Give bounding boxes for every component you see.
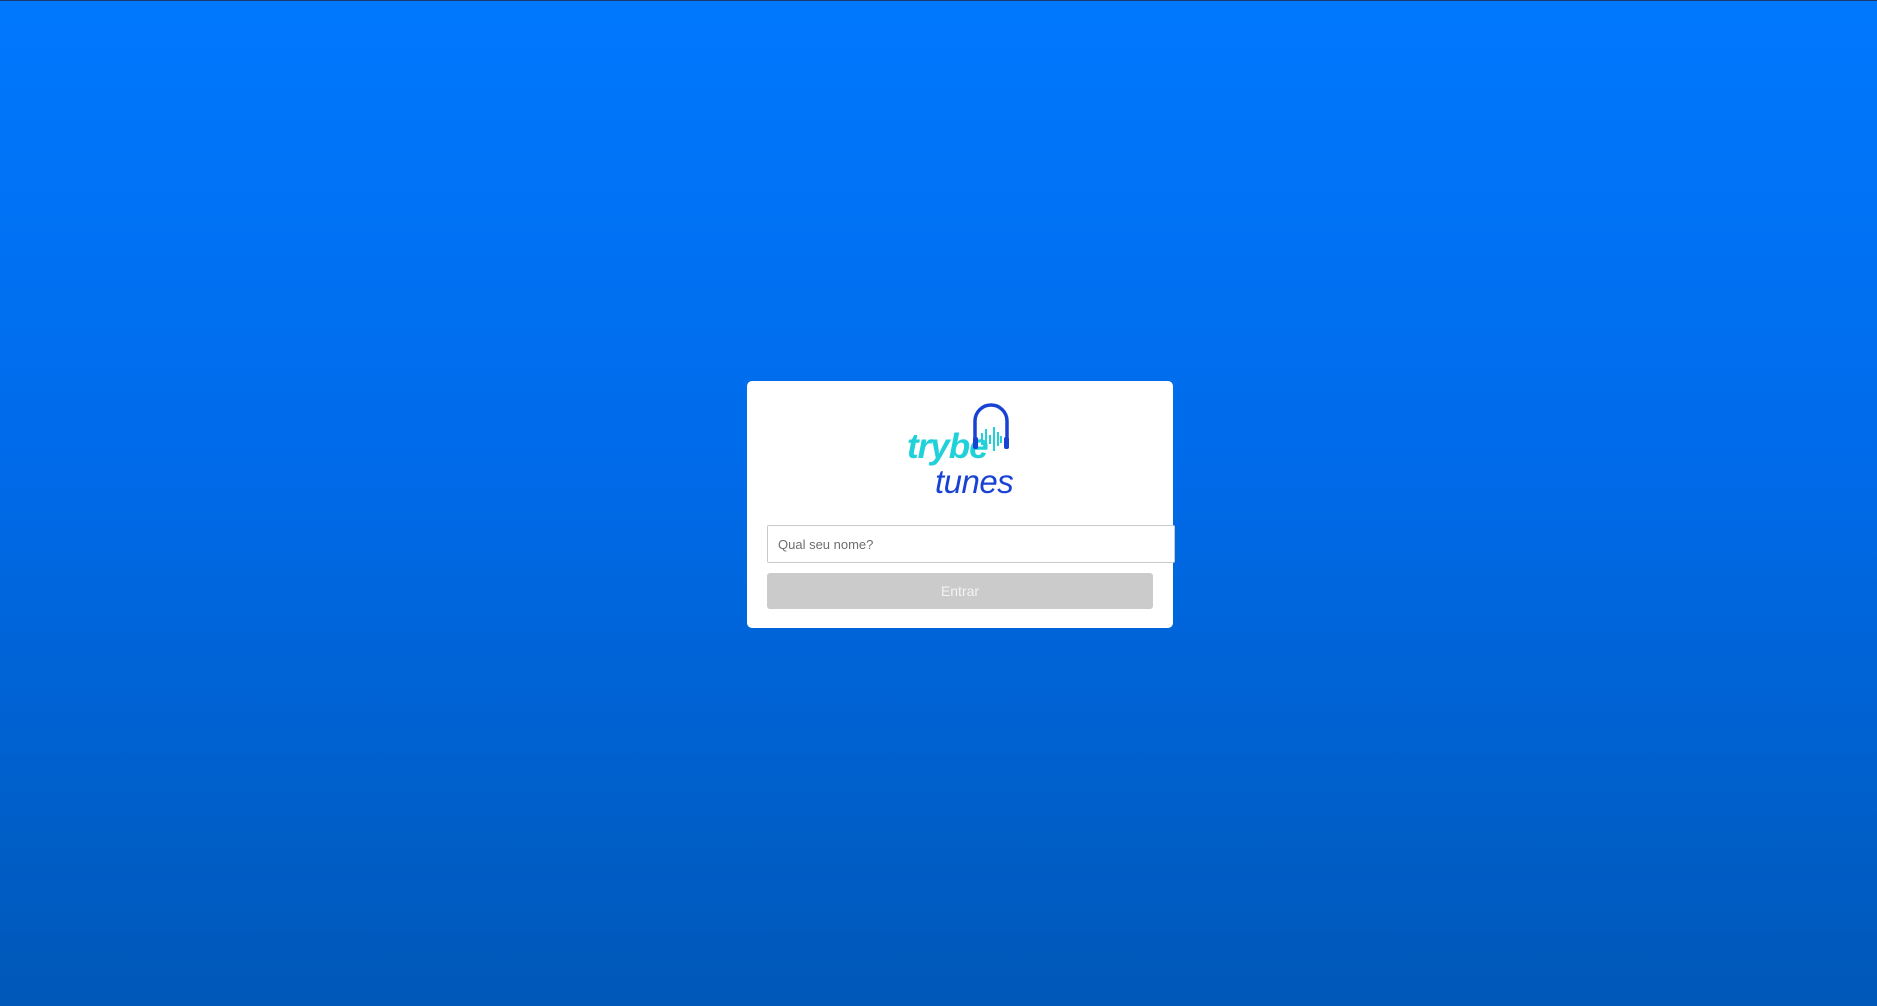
- headphones-soundwave-icon: [973, 403, 1009, 451]
- login-card: trybe tunes Entrar: [747, 381, 1175, 628]
- logo-word-tunes: tunes: [935, 463, 1014, 500]
- trybe-tunes-logo: trybe tunes: [907, 399, 1027, 503]
- enter-button[interactable]: Entrar: [767, 573, 1153, 609]
- name-input[interactable]: [767, 525, 1175, 563]
- window-top-border: [0, 0, 1877, 1]
